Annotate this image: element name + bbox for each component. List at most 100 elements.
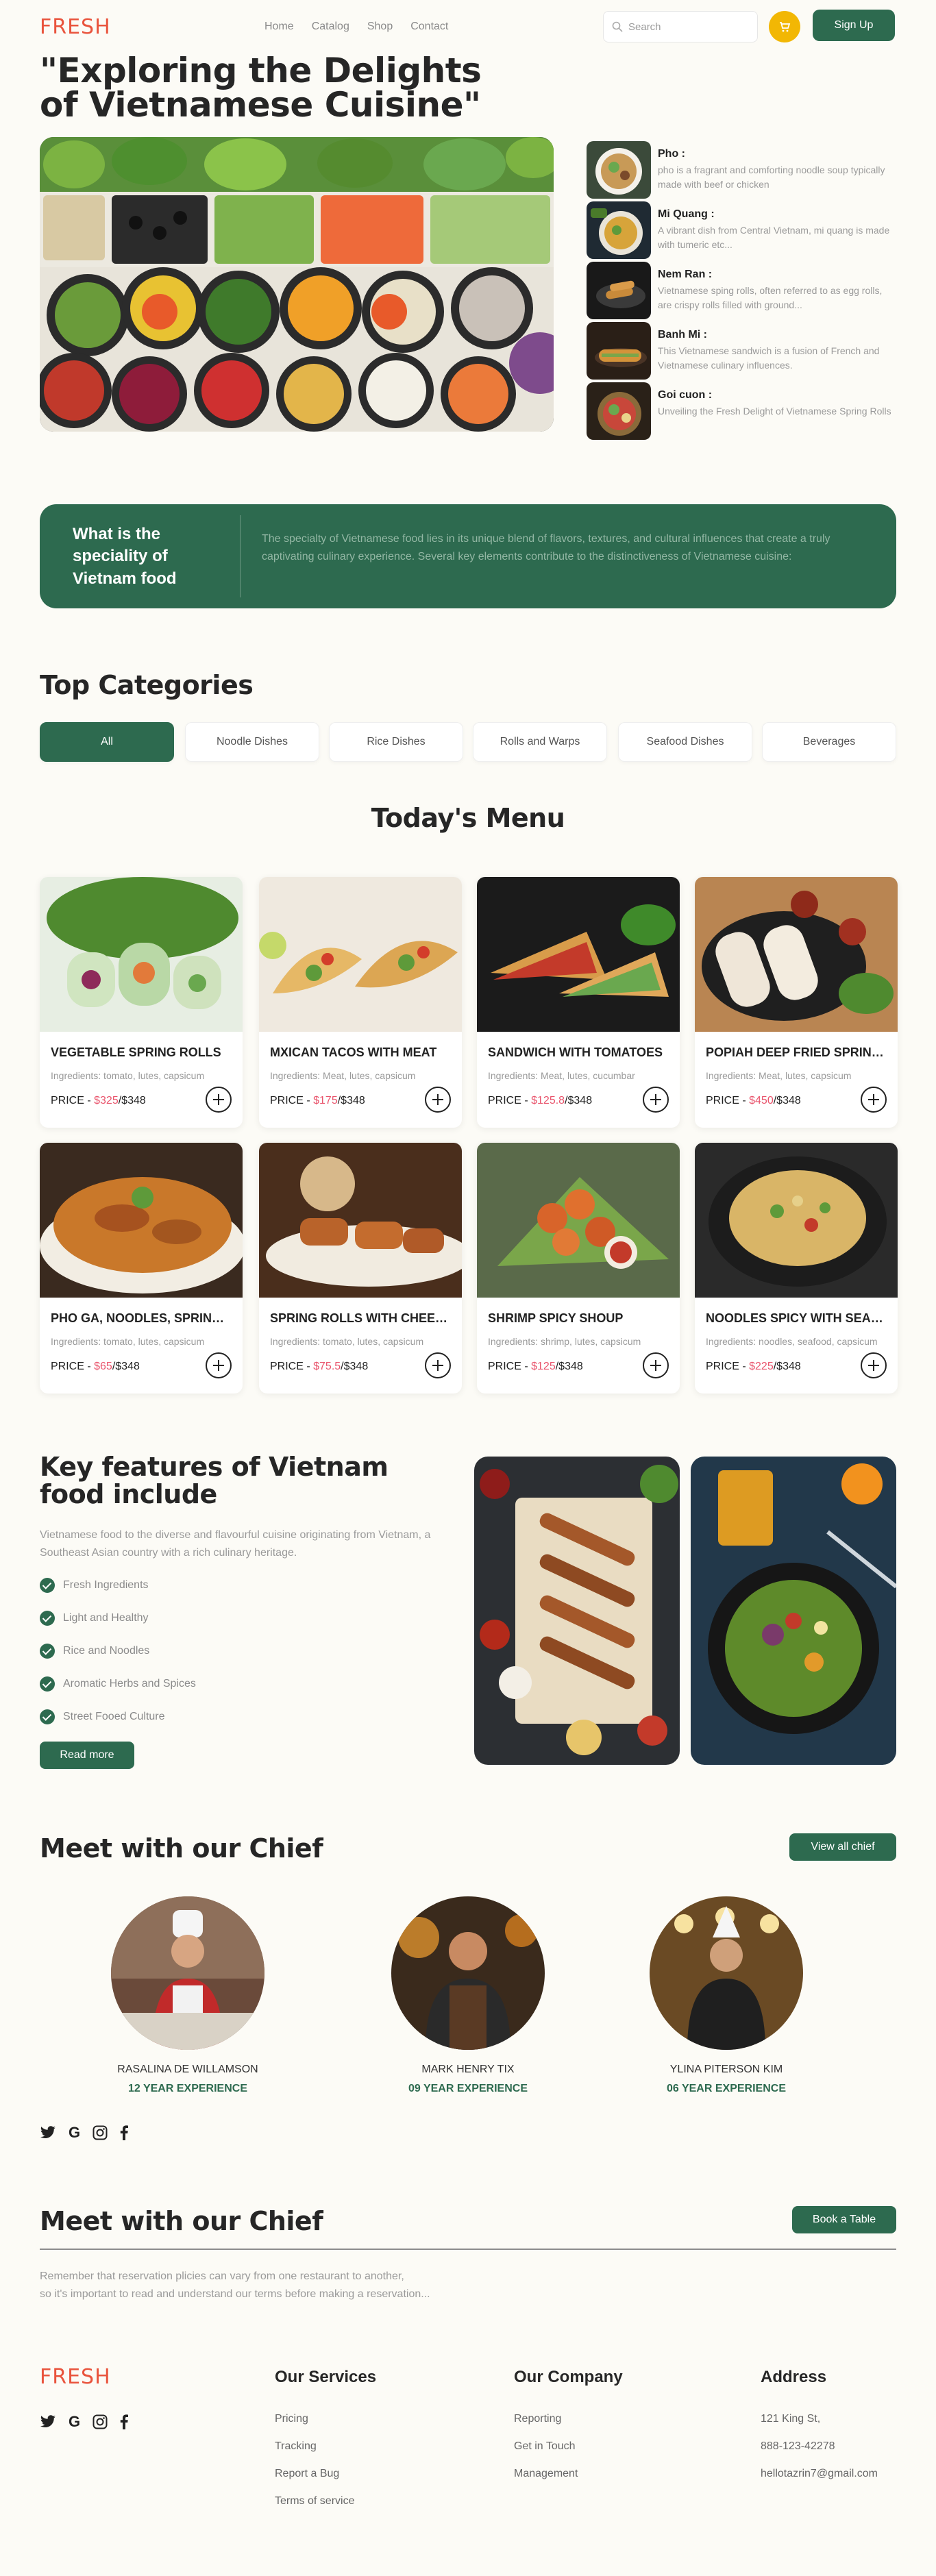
category-noodle-dishes[interactable]: Noodle Dishes: [185, 722, 319, 762]
hero-image: [40, 137, 554, 432]
add-to-cart-icon[interactable]: [643, 1087, 669, 1113]
nav-catalog[interactable]: Catalog: [312, 21, 349, 33]
chef-card[interactable]: RASALINA DE WILLAMSON 12 YEAR EXPERIENCE: [85, 1896, 291, 2095]
menu-card-title: SPRING ROLLS WITH CHEESE: [270, 1311, 451, 1325]
chef-experience: 06 YEAR EXPERIENCE: [667, 2083, 786, 2094]
footer-link-reporting[interactable]: Reporting: [514, 2413, 561, 2425]
footer-link-terms[interactable]: Terms of service: [275, 2495, 354, 2507]
dish-thumb-pho: [587, 141, 651, 199]
menu-card-title: MXICAN TACOS WITH MEAT: [270, 1045, 437, 1059]
nav-home[interactable]: Home: [264, 21, 294, 33]
menu-card-title: SHRIMP SPICY SHOUP: [488, 1311, 624, 1325]
menu-card[interactable]: SANDWICH WITH TOMATOES Ingredients: Meat…: [477, 877, 680, 1128]
add-to-cart-icon[interactable]: [206, 1352, 232, 1378]
feature-item: Aromatic Herbs and Spices: [40, 1676, 196, 1692]
menu-card-price: PRICE - $125.8/$348: [488, 1095, 593, 1106]
footer-link-pricing[interactable]: Pricing: [275, 2413, 308, 2425]
menu-card-image: [477, 877, 680, 1032]
menu-card-price: PRICE - $65/$348: [51, 1361, 140, 1372]
category-seafood[interactable]: Seafood Dishes: [618, 722, 752, 762]
search-box[interactable]: Search: [603, 11, 758, 42]
banner-text: The specialty of Vietnamese food lies in…: [262, 533, 830, 562]
menu-card-price: PRICE - $225/$348: [706, 1361, 801, 1372]
check-icon: [40, 1644, 55, 1659]
add-to-cart-icon[interactable]: [861, 1352, 887, 1378]
dish-item[interactable]: Banh Mi : This Vietnamese sandwich is a …: [587, 322, 896, 382]
footer-social-links: G: [40, 2413, 129, 2431]
logo[interactable]: FRESH: [40, 15, 111, 39]
reserve-text: Remember that reservation plicies can va…: [40, 2270, 430, 2300]
book-table-button[interactable]: Book a Table: [792, 2206, 896, 2233]
menu-card-title: POPIAH DEEP FRIED SPRING ROLLS: [706, 1045, 887, 1059]
add-to-cart-icon[interactable]: [643, 1352, 669, 1378]
add-to-cart-icon[interactable]: [425, 1352, 451, 1378]
category-beverages[interactable]: Beverages: [762, 722, 896, 762]
signup-button[interactable]: Sign Up: [813, 10, 895, 41]
address-phone[interactable]: 888-123-42278: [761, 2440, 835, 2453]
company-title: Our Company: [514, 2368, 623, 2386]
view-all-chef-button[interactable]: View all chief: [789, 1833, 896, 1861]
footer-link-get-in-touch[interactable]: Get in Touch: [514, 2440, 576, 2453]
menu-card[interactable]: MXICAN TACOS WITH MEAT Ingredients: Meat…: [259, 877, 462, 1128]
check-icon: [40, 1676, 55, 1692]
menu-card[interactable]: PHO GA, NOODLES, SPRING ROLLS Ingredient…: [40, 1143, 243, 1394]
check-icon: [40, 1578, 55, 1593]
dish-item[interactable]: Goi cuon : Unveiling the Fresh Delight o…: [587, 382, 896, 443]
dish-desc: A vibrant dish from Central Vietnam, mi …: [658, 225, 890, 250]
features-title: Key features of Vietnam food include: [40, 1452, 389, 1509]
address-email[interactable]: hellotazrin7@gmail.com: [761, 2468, 878, 2480]
categories-title: Top Categories: [40, 670, 254, 700]
chef-card[interactable]: MARK HENRY TIX 09 YEAR EXPERIENCE: [365, 1896, 571, 2095]
menu-card[interactable]: NOODLES SPICY WITH SEAFOOD Ingredients: …: [695, 1143, 898, 1394]
instagram-icon[interactable]: [93, 2414, 108, 2429]
menu-card[interactable]: POPIAH DEEP FRIED SPRING ROLLS Ingredien…: [695, 877, 898, 1128]
dish-name: Banh Mi :: [658, 329, 707, 340]
chef-avatar: [650, 1896, 803, 2050]
feature-item: Rice and Noodles: [40, 1644, 149, 1659]
footer-link-tracking[interactable]: Tracking: [275, 2440, 317, 2453]
twitter-icon[interactable]: [40, 2415, 56, 2429]
google-icon[interactable]: G: [69, 2413, 80, 2431]
dish-item[interactable]: Pho : pho is a fragrant and comforting n…: [587, 141, 896, 201]
read-more-button[interactable]: Read more: [40, 1742, 134, 1769]
facebook-icon[interactable]: [120, 2125, 129, 2140]
category-all[interactable]: All: [40, 722, 174, 762]
category-rice-dishes[interactable]: Rice Dishes: [329, 722, 463, 762]
google-icon[interactable]: G: [69, 2124, 80, 2142]
add-to-cart-icon[interactable]: [861, 1087, 887, 1113]
add-to-cart-icon[interactable]: [206, 1087, 232, 1113]
dish-desc: Vietnamese sping rolls, often referred t…: [658, 285, 883, 310]
menu-card-title: SANDWICH WITH TOMATOES: [488, 1045, 663, 1059]
menu-card-image: [259, 877, 462, 1032]
dish-list: Pho : pho is a fragrant and comforting n…: [587, 141, 902, 443]
dish-item[interactable]: Mi Quang : A vibrant dish from Central V…: [587, 201, 896, 262]
menu-card[interactable]: SPRING ROLLS WITH CHEESE Ingredients: to…: [259, 1143, 462, 1394]
services-title: Our Services: [275, 2368, 377, 2386]
nav-shop[interactable]: Shop: [367, 21, 393, 33]
check-icon: [40, 1611, 55, 1626]
footer-link-report-bug[interactable]: Report a Bug: [275, 2468, 339, 2480]
facebook-icon[interactable]: [120, 2414, 129, 2429]
dish-thumb-nem-ran: [587, 262, 651, 319]
nav-contact[interactable]: Contact: [410, 21, 448, 33]
chef-name: MARK HENRY TIX: [421, 2064, 515, 2075]
hero-title: "Exploring the Delights of Vietnamese Cu…: [40, 51, 482, 125]
chef-card[interactable]: YLINA PITERSON KIM 06 YEAR EXPERIENCE: [624, 1896, 829, 2095]
menu-card-ingredients: Ingredients: Meat, lutes, capsicum: [270, 1070, 416, 1081]
menu-card-ingredients: Ingredients: Meat, lutes, capsicum: [706, 1070, 852, 1081]
footer-logo[interactable]: FRESH: [40, 2365, 111, 2389]
add-to-cart-icon[interactable]: [425, 1087, 451, 1113]
search-icon: [612, 21, 623, 32]
menu-card-title: PHO GA, NOODLES, SPRING ROLLS: [51, 1311, 232, 1325]
dish-name: Pho :: [658, 148, 685, 160]
twitter-icon[interactable]: [40, 2126, 56, 2140]
search-input[interactable]: Search: [628, 21, 661, 33]
menu-card[interactable]: VEGETABLE SPRING ROLLS Ingredients: toma…: [40, 877, 243, 1128]
instagram-icon[interactable]: [93, 2125, 108, 2140]
category-rolls[interactable]: Rolls and Warps: [473, 722, 607, 762]
footer-link-management[interactable]: Management: [514, 2468, 578, 2480]
dish-item[interactable]: Nem Ran : Vietnamese sping rolls, often …: [587, 262, 896, 322]
menu-card[interactable]: SHRIMP SPICY SHOUP Ingredients: shrimp, …: [477, 1143, 680, 1394]
dish-name: Nem Ran :: [658, 269, 713, 280]
cart-button[interactable]: [769, 11, 800, 42]
